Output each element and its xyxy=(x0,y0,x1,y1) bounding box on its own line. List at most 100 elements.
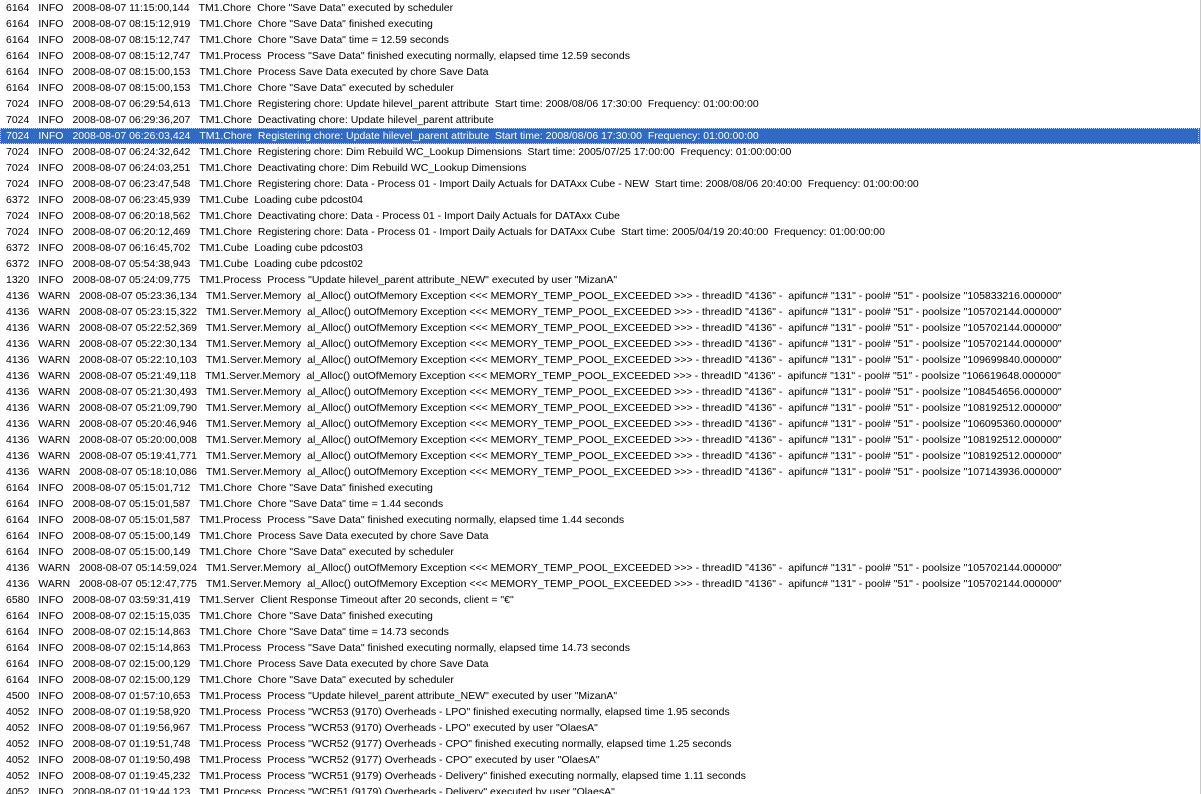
log-row[interactable]: 4136 WARN 2008-08-07 05:20:46,946 TM1.Serve… xyxy=(0,416,1200,432)
log-timestamp: 2008-08-07 05:19:41,771 xyxy=(79,450,197,462)
log-level: WARN xyxy=(38,466,71,478)
log-row[interactable]: 6164 INFO 2008-08-07 02:15:15,035 TM1.Chore… xyxy=(0,608,1200,624)
log-message: Chore "Save Data" executed by scheduler xyxy=(257,546,454,558)
log-logger: TM1.Process xyxy=(199,274,262,286)
log-row[interactable]: 4052 INFO 2008-08-07 01:19:45,232 TM1.Proce… xyxy=(0,768,1200,784)
log-timestamp: 2008-08-07 05:23:36,134 xyxy=(79,290,197,302)
log-row[interactable]: 6164 INFO 2008-08-07 05:15:01,587 TM1.Proce… xyxy=(0,512,1200,528)
log-timestamp: 2008-08-07 01:19:58,920 xyxy=(72,706,191,718)
log-row[interactable]: 6372 INFO 2008-08-07 05:54:38,943 TM1.Cube L… xyxy=(0,256,1200,272)
log-level: WARN xyxy=(38,562,71,574)
log-thread-id: 6372 xyxy=(6,258,30,270)
log-row[interactable]: 6164 INFO 2008-08-07 08:15:12,747 TM1.Chore… xyxy=(0,32,1200,48)
log-row[interactable]: 4052 INFO 2008-08-07 01:19:50,498 TM1.Proce… xyxy=(0,752,1200,768)
log-row[interactable]: 7024 INFO 2008-08-07 06:23:47,548 TM1.Chore… xyxy=(0,176,1200,192)
log-message: Process "Save Data" finished executing n… xyxy=(267,642,630,654)
log-row[interactable]: 6372 INFO 2008-08-07 06:16:45,702 TM1.Cube L… xyxy=(0,240,1200,256)
log-level: INFO xyxy=(38,674,64,686)
log-message: Client Response Timeout after 20 seconds… xyxy=(260,594,514,606)
log-row[interactable]: 4136 WARN 2008-08-07 05:12:47,775 TM1.Serve… xyxy=(0,576,1200,592)
log-row[interactable]: 6164 INFO 2008-08-07 02:15:14,863 TM1.Proce… xyxy=(0,640,1200,656)
log-message: Deactivating chore: Data - Process 01 - … xyxy=(257,210,620,222)
log-thread-id: 6580 xyxy=(6,594,30,606)
log-message: al_Alloc() outOfMemory Exception <<< MEM… xyxy=(307,418,1062,430)
log-level: INFO xyxy=(38,18,64,30)
log-message: al_Alloc() outOfMemory Exception <<< MEM… xyxy=(307,290,1062,302)
log-row[interactable]: 6164 INFO 2008-08-07 08:15:12,919 TM1.Chore… xyxy=(0,16,1200,32)
log-message: Chore "Save Data" executed by scheduler xyxy=(257,2,454,14)
log-row[interactable]: 7024 INFO 2008-08-07 06:20:18,562 TM1.Chore… xyxy=(0,208,1200,224)
log-timestamp: 2008-08-07 02:15:00,129 xyxy=(72,674,191,686)
log-row[interactable]: 7024 INFO 2008-08-07 06:24:03,251 TM1.Chore… xyxy=(0,160,1200,176)
log-level: WARN xyxy=(38,370,71,382)
log-timestamp: 2008-08-07 05:18:10,086 xyxy=(79,466,197,478)
log-row[interactable]: 4136 WARN 2008-08-07 05:22:10,103 TM1.Serve… xyxy=(0,352,1200,368)
log-level: WARN xyxy=(38,306,71,318)
log-message: al_Alloc() outOfMemory Exception <<< MEM… xyxy=(307,434,1062,446)
log-row[interactable]: 7024 INFO 2008-08-07 06:20:12,469 TM1.Chore… xyxy=(0,224,1200,240)
log-row[interactable]: 4136 WARN 2008-08-07 05:21:09,790 TM1.Serve… xyxy=(0,400,1200,416)
log-row[interactable]: 4052 INFO 2008-08-07 01:19:56,967 TM1.Proce… xyxy=(0,720,1200,736)
log-row[interactable]: 7024 INFO 2008-08-07 06:24:32,642 TM1.Chore… xyxy=(0,144,1200,160)
log-row[interactable]: 4136 WARN 2008-08-07 05:18:10,086 TM1.Serve… xyxy=(0,464,1200,480)
log-row[interactable]: 6372 INFO 2008-08-07 06:23:45,939 TM1.Cube L… xyxy=(0,192,1200,208)
log-row[interactable]: 4136 WARN 2008-08-07 05:21:30,493 TM1.Serve… xyxy=(0,384,1200,400)
log-timestamp: 2008-08-07 02:15:15,035 xyxy=(72,610,191,622)
log-row[interactable]: 7024 INFO 2008-08-07 06:29:54,613 TM1.Chore… xyxy=(0,96,1200,112)
log-timestamp: 2008-08-07 08:15:00,153 xyxy=(72,66,191,78)
log-message: Process "Update hilevel_parent attribute… xyxy=(267,274,618,286)
log-row[interactable]: 4052 INFO 2008-08-07 01:19:51,748 TM1.Proce… xyxy=(0,736,1200,752)
log-message: Chore "Save Data" time = 1.44 seconds xyxy=(257,498,444,510)
log-thread-id: 6164 xyxy=(6,674,30,686)
log-message: Loading cube pdcost02 xyxy=(254,258,364,270)
log-row[interactable]: 6164 INFO 2008-08-07 05:15:00,149 TM1.Chore… xyxy=(0,544,1200,560)
log-thread-id: 4136 xyxy=(6,562,30,574)
log-row[interactable]: 1320 INFO 2008-08-07 05:24:09,775 TM1.Proce… xyxy=(0,272,1200,288)
log-level: WARN xyxy=(38,434,71,446)
log-row[interactable]: 6164 INFO 2008-08-07 02:15:14,863 TM1.Chore… xyxy=(0,624,1200,640)
log-logger: TM1.Cube xyxy=(199,242,249,254)
log-row[interactable]: 4136 WARN 2008-08-07 05:20:00,008 TM1.Serve… xyxy=(0,432,1200,448)
log-level: INFO xyxy=(38,658,64,670)
log-message: al_Alloc() outOfMemory Exception <<< MEM… xyxy=(307,354,1062,366)
log-logger: TM1.Process xyxy=(199,786,262,794)
log-message: Loading cube pdcost04 xyxy=(254,194,364,206)
log-timestamp: 2008-08-07 06:29:36,207 xyxy=(72,114,191,126)
log-row[interactable]: 7024 INFO 2008-08-07 06:29:36,207 TM1.Chore… xyxy=(0,112,1200,128)
log-row[interactable]: 4136 WARN 2008-08-07 05:21:49,118 TM1.Serve… xyxy=(0,368,1200,384)
log-list[interactable]: 6164 INFO 2008-08-07 11:15:00,144 TM1.Chore… xyxy=(0,0,1201,794)
log-timestamp: 2008-08-07 08:15:00,153 xyxy=(72,82,191,94)
log-thread-id: 6164 xyxy=(6,50,30,62)
log-level: INFO xyxy=(38,258,64,270)
log-message: Deactivating chore: Dim Rebuild WC_Looku… xyxy=(257,162,527,174)
log-logger: TM1.Chore xyxy=(199,610,252,622)
log-thread-id: 4136 xyxy=(6,434,30,446)
log-row[interactable]: 4052 INFO 2008-08-07 01:19:58,920 TM1.Proce… xyxy=(0,704,1200,720)
log-row[interactable]: 6164 INFO 2008-08-07 05:15:01,587 TM1.Chore… xyxy=(0,496,1200,512)
log-level: INFO xyxy=(38,34,64,46)
log-row[interactable]: 4052 INFO 2008-08-07 01:19:44,123 TM1.Proce… xyxy=(0,784,1200,794)
log-row[interactable]: 6164 INFO 2008-08-07 02:15:00,129 TM1.Chore… xyxy=(0,672,1200,688)
log-row[interactable]: 4136 WARN 2008-08-07 05:23:36,134 TM1.Serve… xyxy=(0,288,1200,304)
log-row[interactable]: 6164 INFO 2008-08-07 11:15:00,144 TM1.Chore… xyxy=(0,0,1200,16)
log-message: Process "Save Data" finished executing n… xyxy=(267,514,625,526)
log-timestamp: 2008-08-07 05:12:47,775 xyxy=(79,578,197,590)
log-row[interactable]: 4136 WARN 2008-08-07 05:22:52,369 TM1.Serve… xyxy=(0,320,1200,336)
log-row[interactable]: 4136 WARN 2008-08-07 05:22:30,134 TM1.Serve… xyxy=(0,336,1200,352)
log-row[interactable]: 4500 INFO 2008-08-07 01:57:10,653 TM1.Proce… xyxy=(0,688,1200,704)
log-row[interactable]: 6164 INFO 2008-08-07 02:15:00,129 TM1.Chore… xyxy=(0,656,1200,672)
log-row[interactable]: 4136 WARN 2008-08-07 05:14:59,024 TM1.Serve… xyxy=(0,560,1200,576)
log-row[interactable]: 6164 INFO 2008-08-07 08:15:12,747 TM1.Proce… xyxy=(0,48,1200,64)
log-row[interactable]: 4136 WARN 2008-08-07 05:19:41,771 TM1.Serve… xyxy=(0,448,1200,464)
log-row[interactable]: 6164 INFO 2008-08-07 05:15:01,712 TM1.Chore… xyxy=(0,480,1200,496)
log-message: Registering chore: Data - Process 01 - I… xyxy=(257,226,885,238)
log-row[interactable]: 6164 INFO 2008-08-07 05:15:00,149 TM1.Chore… xyxy=(0,528,1200,544)
log-row[interactable]: 6580 INFO 2008-08-07 03:59:31,419 TM1.Serve… xyxy=(0,592,1200,608)
log-timestamp: 2008-08-07 06:20:18,562 xyxy=(72,210,191,222)
log-row[interactable]: 4136 WARN 2008-08-07 05:23:15,322 TM1.Serve… xyxy=(0,304,1200,320)
log-row[interactable]: 6164 INFO 2008-08-07 08:15:00,153 TM1.Chore… xyxy=(0,80,1200,96)
log-logger: TM1.Server.Memory xyxy=(206,290,302,302)
log-thread-id: 6164 xyxy=(6,610,30,622)
log-row[interactable]: 6164 INFO 2008-08-07 08:15:00,153 TM1.Chore… xyxy=(0,64,1200,80)
log-row-selected[interactable]: 7024 INFO 2008-08-07 06:26:03,424 TM1.Chore… xyxy=(0,128,1200,144)
